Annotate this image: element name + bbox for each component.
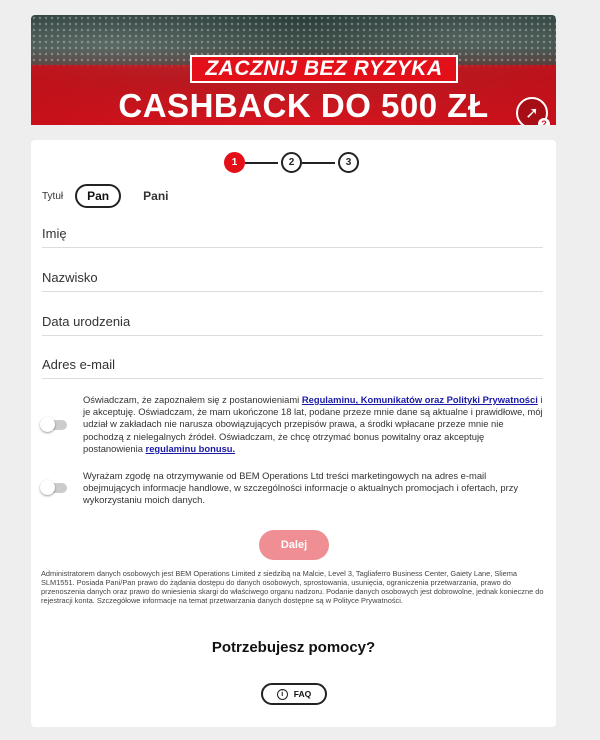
birth-date-input[interactable] <box>42 308 543 335</box>
step-connector <box>302 162 335 164</box>
email-input[interactable] <box>42 351 543 378</box>
terms-consent: Oświadczam, że zapoznałem się z postanow… <box>40 394 544 455</box>
email-field <box>42 351 543 379</box>
terms-link[interactable]: Regulaminu, Komunikatów oraz Polityki Pr… <box>302 394 538 405</box>
bonus-terms-link[interactable]: regulaminu bonusu. <box>146 443 236 454</box>
step-3: 3 <box>338 152 359 173</box>
birth-date-field <box>42 308 543 336</box>
terms-text-part: Oświadczam, że zapoznałem się z postanow… <box>83 394 302 405</box>
first-name-field <box>42 220 543 248</box>
title-label: Tytuł <box>42 190 64 202</box>
question-mark-icon[interactable]: ? <box>538 118 550 125</box>
first-name-input[interactable] <box>42 220 543 247</box>
registration-stepper: 1 2 3 <box>224 152 364 174</box>
data-controller-notice: Administratorem danych osobowych jest BE… <box>41 569 544 605</box>
marketing-consent-text: Wyrażam zgodę na otrzymywanie od BEM Ope… <box>83 470 519 506</box>
step-connector <box>245 162 278 164</box>
next-button[interactable]: Dalej <box>259 530 329 560</box>
banner-tagline: ZACZNIJ BEZ RYZYKA <box>190 55 458 83</box>
title-option-pan[interactable]: Pan <box>75 184 122 208</box>
toggle-knob <box>40 416 55 432</box>
title-selector: Tytuł Pan Pani <box>42 184 178 208</box>
promo-banner[interactable]: ZACZNIJ BEZ RYZYKA CASHBACK DO 500 ZŁ ➚ … <box>31 15 556 125</box>
toggle-knob <box>40 480 55 496</box>
faq-button[interactable]: i FAQ <box>261 683 327 705</box>
step-1: 1 <box>224 152 245 173</box>
last-name-field <box>42 264 543 292</box>
banner-headline: CASHBACK DO 500 ZŁ <box>118 87 489 124</box>
registration-card: 1 2 3 Tytuł Pan Pani Oświadczam, że zapo… <box>31 140 556 727</box>
title-option-pani[interactable]: Pani <box>133 184 178 208</box>
info-icon: i <box>276 688 288 700</box>
terms-consent-toggle[interactable] <box>40 416 67 432</box>
help-heading: Potrzebujesz pomocy? <box>211 639 376 656</box>
marketing-consent-toggle[interactable] <box>40 480 67 496</box>
last-name-input[interactable] <box>42 264 543 291</box>
step-2: 2 <box>281 152 302 173</box>
marketing-consent: Wyrażam zgodę na otrzymywanie od BEM Ope… <box>40 470 544 507</box>
terms-consent-text: Oświadczam, że zapoznałem się z postanow… <box>83 394 544 455</box>
faq-label: FAQ <box>293 689 312 699</box>
